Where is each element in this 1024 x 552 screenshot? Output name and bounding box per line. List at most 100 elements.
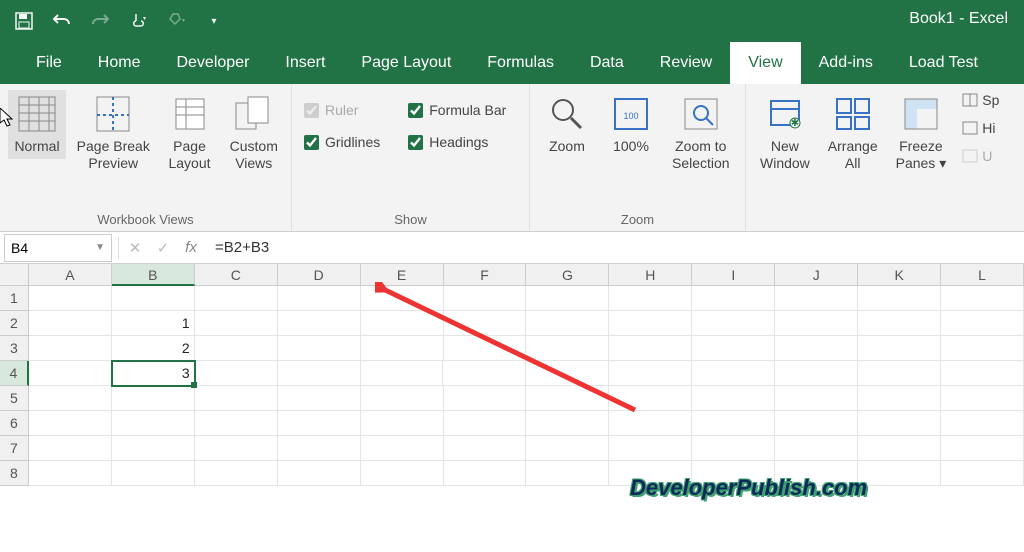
cell-E4[interactable] [361,361,444,386]
cell-D5[interactable] [278,386,361,411]
select-all-corner[interactable] [0,264,29,286]
cell-H7[interactable] [609,436,692,461]
col-head-L[interactable]: L [941,264,1024,286]
cell-H1[interactable] [609,286,692,311]
cell-I2[interactable] [692,311,775,336]
cell-A1[interactable] [29,286,112,311]
cell-C2[interactable] [195,311,278,336]
cell-B5[interactable] [112,386,195,411]
save-icon[interactable] [14,11,34,31]
arrange-all-button[interactable]: Arrange All [822,90,884,176]
col-head-C[interactable]: C [195,264,278,286]
cell-K3[interactable] [858,336,941,361]
spreadsheet-grid[interactable]: ABCDEFGHIJKL12132435678 [0,264,1024,486]
row-head-1[interactable]: 1 [0,286,29,311]
split-button[interactable]: Sp [962,92,999,108]
redo-icon[interactable] [90,11,110,31]
cell-I8[interactable] [692,461,775,486]
cell-F4[interactable] [443,361,526,386]
cell-I3[interactable] [692,336,775,361]
cell-B6[interactable] [112,411,195,436]
zoom-button[interactable]: Zoom [538,90,596,159]
cell-K8[interactable] [858,461,941,486]
cell-D7[interactable] [278,436,361,461]
cell-B8[interactable] [112,461,195,486]
cell-J6[interactable] [775,411,858,436]
cell-I4[interactable] [692,361,775,386]
cell-G8[interactable] [526,461,609,486]
cell-G5[interactable] [526,386,609,411]
tab-view[interactable]: View [730,42,800,84]
row-head-7[interactable]: 7 [0,436,29,461]
gridlines-checkbox[interactable]: Gridlines [304,134,380,150]
tab-page-layout[interactable]: Page Layout [343,42,469,84]
cell-A7[interactable] [29,436,112,461]
insert-function-button[interactable]: fx [177,234,205,262]
cell-D3[interactable] [278,336,361,361]
cell-J5[interactable] [775,386,858,411]
cell-B1[interactable] [112,286,195,311]
col-head-D[interactable]: D [278,264,361,286]
hide-button[interactable]: Hi [962,120,999,136]
cell-E6[interactable] [361,411,444,436]
tab-file[interactable]: File [18,42,80,84]
cell-J1[interactable] [775,286,858,311]
chevron-down-icon[interactable]: ▼ [95,242,105,253]
cell-I1[interactable] [692,286,775,311]
row-head-8[interactable]: 8 [0,461,29,486]
new-window-button[interactable]: ✱ New Window [754,90,816,176]
cell-G1[interactable] [526,286,609,311]
cell-F7[interactable] [444,436,527,461]
cell-B7[interactable] [112,436,195,461]
page-break-preview-button[interactable]: Page Break Preview [72,90,155,176]
row-head-5[interactable]: 5 [0,386,29,411]
headings-checkbox[interactable]: Headings [408,134,506,150]
col-head-E[interactable]: E [361,264,444,286]
cell-G2[interactable] [526,311,609,336]
cell-C7[interactable] [195,436,278,461]
cell-E5[interactable] [361,386,444,411]
cell-F5[interactable] [444,386,527,411]
col-head-F[interactable]: F [444,264,527,286]
addins-icon[interactable]: ▾ [166,11,186,31]
cell-L5[interactable] [941,386,1024,411]
cell-A6[interactable] [29,411,112,436]
cell-D1[interactable] [278,286,361,311]
touch-mode-icon[interactable]: ▾ [128,11,148,31]
undo-icon[interactable] [52,11,72,31]
cell-H8[interactable] [609,461,692,486]
cell-A3[interactable] [29,336,112,361]
cell-K7[interactable] [858,436,941,461]
cell-J7[interactable] [775,436,858,461]
cell-L8[interactable] [941,461,1024,486]
col-head-B[interactable]: B [112,264,195,286]
cell-C5[interactable] [195,386,278,411]
page-layout-button[interactable]: Page Layout [161,90,219,176]
formula-bar-input[interactable]: =B2+B3 [205,239,1024,256]
col-head-J[interactable]: J [775,264,858,286]
cell-A4[interactable] [29,361,112,386]
cell-A8[interactable] [29,461,112,486]
cell-D2[interactable] [278,311,361,336]
col-head-K[interactable]: K [858,264,941,286]
cell-I7[interactable] [692,436,775,461]
cell-H5[interactable] [609,386,692,411]
cell-F1[interactable] [444,286,527,311]
zoom-100-button[interactable]: 100 100% [602,90,660,159]
cell-H2[interactable] [609,311,692,336]
cell-L2[interactable] [941,311,1024,336]
cell-I6[interactable] [692,411,775,436]
cell-L3[interactable] [941,336,1024,361]
cell-G7[interactable] [526,436,609,461]
col-head-G[interactable]: G [526,264,609,286]
cell-E3[interactable] [361,336,444,361]
tab-insert[interactable]: Insert [267,42,343,84]
cell-L6[interactable] [941,411,1024,436]
cell-H3[interactable] [609,336,692,361]
cell-E2[interactable] [361,311,444,336]
name-box[interactable]: B4▼ [4,234,112,262]
cell-A2[interactable] [29,311,112,336]
cell-H6[interactable] [609,411,692,436]
freeze-panes-button[interactable]: Freeze Panes ▾ [890,90,953,176]
cell-J3[interactable] [775,336,858,361]
